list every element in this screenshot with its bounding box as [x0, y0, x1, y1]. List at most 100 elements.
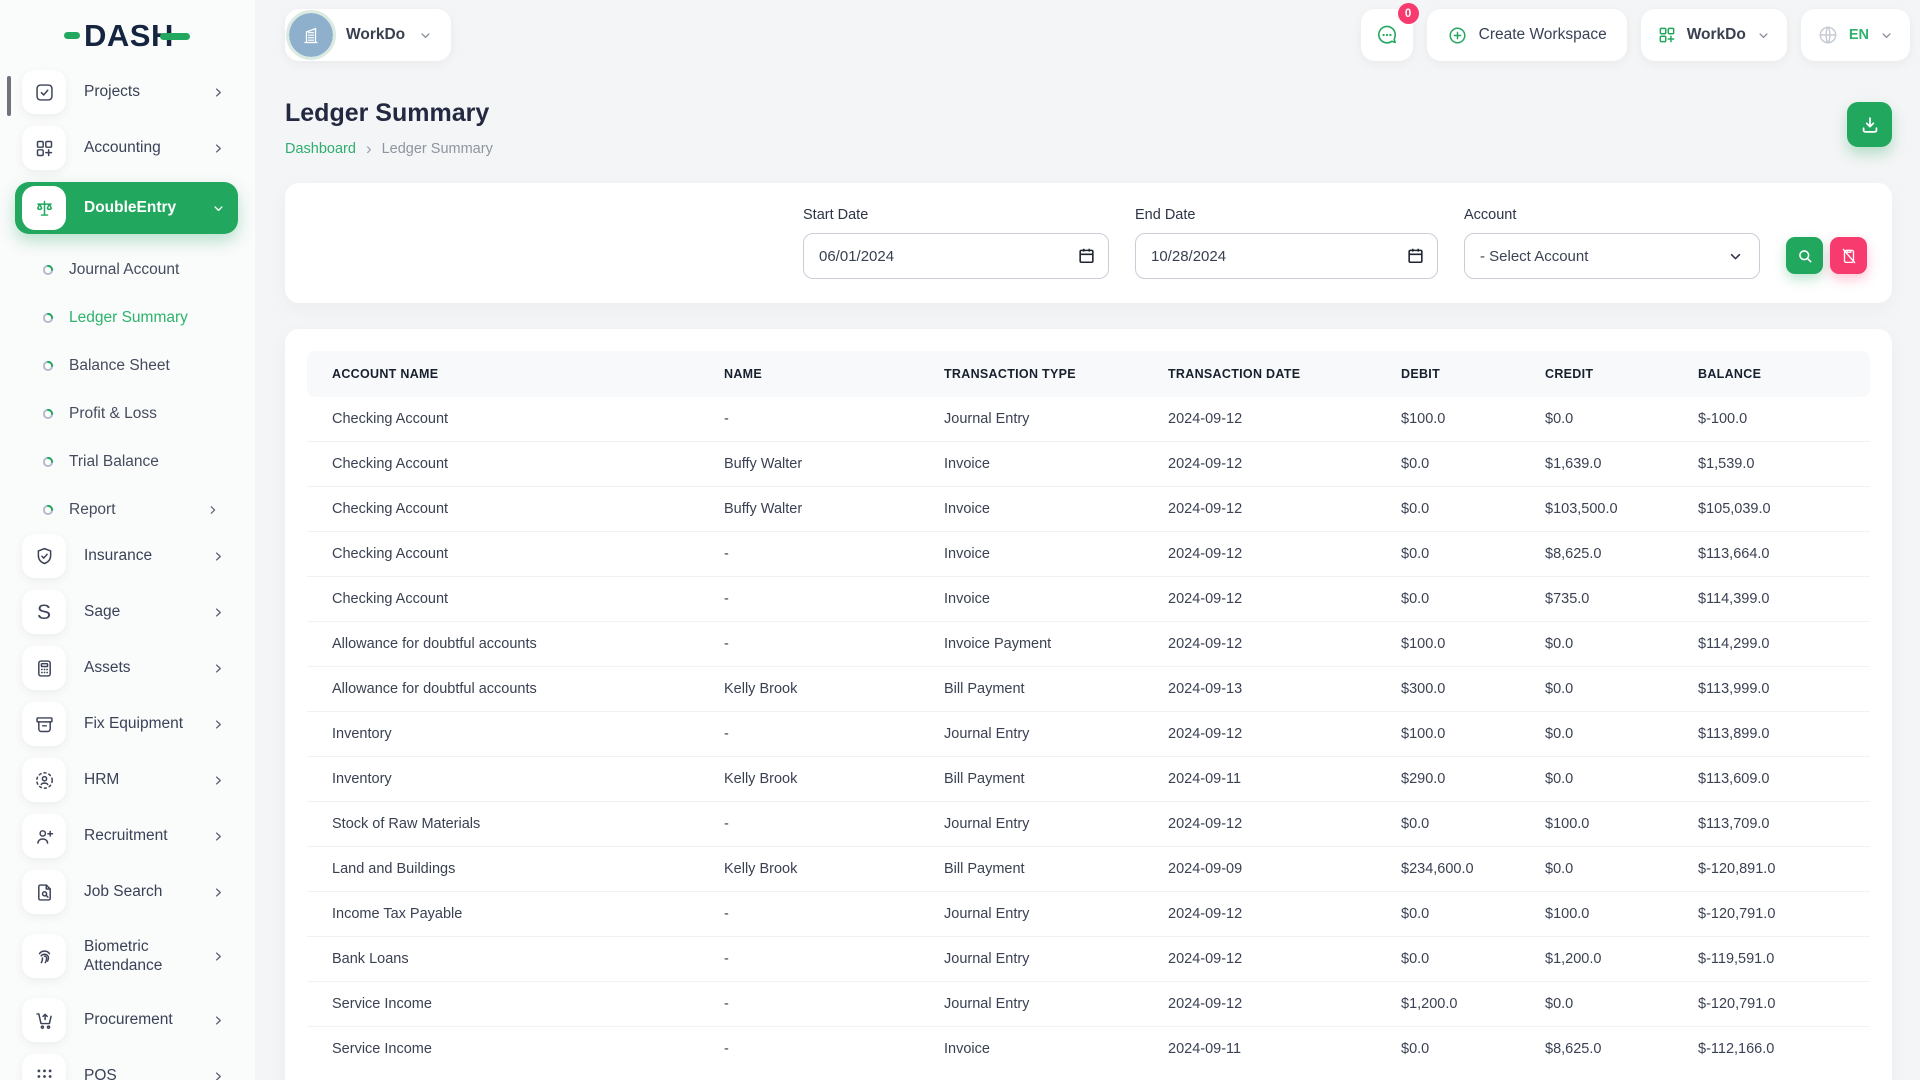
table-cell: $100.0	[1376, 397, 1520, 442]
sidebar-item-projects[interactable]: Projects	[15, 70, 238, 114]
table-row: Checking Account-Invoice2024-09-12$0.0$7…	[307, 577, 1870, 622]
insurance-icon	[22, 534, 66, 578]
table-cell: 2024-09-11	[1143, 1027, 1376, 1072]
chevron-right-icon	[211, 949, 226, 964]
sidebar-subitem-balance-sheet[interactable]: Balance Sheet	[15, 342, 238, 390]
table-cell: $-100.0	[1673, 397, 1870, 442]
table-cell: $113,899.0	[1673, 712, 1870, 757]
table-body: Checking Account-Journal Entry2024-09-12…	[307, 397, 1870, 1071]
sidebar-item-assets[interactable]: Assets	[15, 646, 238, 690]
breadcrumb-separator-icon: ›	[366, 140, 372, 157]
column-header-name: NAME	[699, 351, 919, 397]
create-workspace-button[interactable]: Create Workspace	[1427, 9, 1627, 61]
workspace-selector[interactable]: WorkDo	[285, 9, 451, 61]
table-cell: $114,299.0	[1673, 622, 1870, 667]
table-cell: Checking Account	[307, 487, 699, 532]
sidebar-item-procurement[interactable]: Procurement	[15, 998, 238, 1042]
breadcrumb-dashboard-link[interactable]: Dashboard	[285, 141, 356, 157]
table-cell: $290.0	[1376, 757, 1520, 802]
table-cell: $0.0	[1376, 532, 1520, 577]
language-code: EN	[1849, 27, 1869, 43]
table-cell: $0.0	[1520, 982, 1673, 1027]
app-menu-button[interactable]: WorkDo	[1641, 9, 1787, 61]
table-cell: Invoice	[919, 442, 1143, 487]
bullet-icon	[42, 264, 54, 276]
table-cell: 2024-09-12	[1143, 892, 1376, 937]
bullet-icon	[42, 312, 54, 324]
bullet-icon	[42, 456, 54, 468]
table-cell: $-120,791.0	[1673, 982, 1870, 1027]
sidebar-item-doubleentry[interactable]: DoubleEntry	[15, 182, 238, 234]
table-cell: -	[699, 1027, 919, 1072]
table-row: Land and BuildingsKelly BrookBill Paymen…	[307, 847, 1870, 892]
sidebar-item-hrm[interactable]: HRM	[15, 758, 238, 802]
topbar-right: 0 Create Workspace WorkDo	[1361, 9, 1910, 61]
table-cell: $103,500.0	[1520, 487, 1673, 532]
sidebar-scrollbar[interactable]	[7, 76, 11, 116]
table-cell: Invoice Payment	[919, 622, 1143, 667]
app-logo[interactable]: DASH	[0, 0, 255, 70]
table-cell: $-120,791.0	[1673, 892, 1870, 937]
apply-filter-button[interactable]	[1786, 237, 1823, 274]
language-selector[interactable]: EN	[1801, 9, 1910, 61]
table-cell: Kelly Brook	[699, 667, 919, 712]
workspace-name: WorkDo	[346, 26, 405, 44]
sidebar-item-sage[interactable]: SSage	[15, 590, 238, 634]
chevron-right-icon	[211, 141, 226, 156]
pos-icon	[22, 1054, 66, 1080]
table-cell: $0.0	[1520, 622, 1673, 667]
sidebar-subitem-profit-loss[interactable]: Profit & Loss	[15, 390, 238, 438]
sidebar-item-accounting[interactable]: Accounting	[15, 126, 238, 170]
start-date-field: Start Date	[803, 207, 1109, 279]
table-cell: $1,639.0	[1520, 442, 1673, 487]
table-cell: $100.0	[1520, 802, 1673, 847]
sidebar-item-job-search[interactable]: Job Search	[15, 870, 238, 914]
table-cell: Allowance for doubtful accounts	[307, 667, 699, 712]
sidebar-item-insurance[interactable]: Insurance	[15, 534, 238, 578]
table-cell: -	[699, 577, 919, 622]
sidebar-subitem-label: Profit & Loss	[69, 405, 238, 423]
table-cell: $8,625.0	[1520, 1027, 1673, 1072]
table-cell: Inventory	[307, 757, 699, 802]
table-cell: $0.0	[1376, 487, 1520, 532]
table-cell: $300.0	[1376, 667, 1520, 712]
sidebar-subitem-report[interactable]: Report	[15, 486, 238, 534]
reset-filter-button[interactable]	[1830, 237, 1867, 274]
table-cell: Bill Payment	[919, 667, 1143, 712]
table-row: Inventory-Journal Entry2024-09-12$100.0$…	[307, 712, 1870, 757]
table-cell: $-112,166.0	[1673, 1027, 1870, 1072]
table-cell: Kelly Brook	[699, 757, 919, 802]
clipboard-slash-icon	[1840, 247, 1858, 265]
table-cell: $0.0	[1376, 937, 1520, 982]
table-cell: Journal Entry	[919, 892, 1143, 937]
sidebar-subitem-trial-balance[interactable]: Trial Balance	[15, 438, 238, 486]
table-row: Checking AccountBuffy WalterInvoice2024-…	[307, 442, 1870, 487]
sidebar-subitem-ledger-summary[interactable]: Ledger Summary	[15, 294, 238, 342]
table-cell: Service Income	[307, 982, 699, 1027]
table-cell: $113,609.0	[1673, 757, 1870, 802]
chevron-right-icon	[211, 885, 226, 900]
sidebar-item-recruitment[interactable]: Recruitment	[15, 814, 238, 858]
sidebar-item-label: POS	[84, 1066, 211, 1080]
chevron-right-icon	[211, 717, 226, 732]
page-header: Ledger Summary Dashboard › Ledger Summar…	[285, 98, 1892, 157]
table-cell: Kelly Brook	[699, 847, 919, 892]
table-cell: Checking Account	[307, 442, 699, 487]
start-date-input[interactable]	[803, 233, 1109, 279]
table-cell: Journal Entry	[919, 712, 1143, 757]
sidebar-item-biometric-attendance[interactable]: Biometric Attendance	[15, 926, 238, 986]
sidebar-item-label: DoubleEntry	[84, 198, 211, 217]
account-select[interactable]: - Select Account	[1464, 233, 1760, 279]
sage-icon: S	[22, 590, 66, 634]
page-content: Ledger Summary Dashboard › Ledger Summar…	[255, 70, 1920, 1080]
table-cell: 2024-09-12	[1143, 442, 1376, 487]
app-menu-label: WorkDo	[1687, 26, 1746, 44]
sidebar-item-fix-equipment[interactable]: Fix Equipment	[15, 702, 238, 746]
download-button[interactable]	[1847, 102, 1892, 147]
end-date-input[interactable]	[1135, 233, 1438, 279]
table-cell: Bill Payment	[919, 757, 1143, 802]
sidebar-subitem-journal-account[interactable]: Journal Account	[15, 246, 238, 294]
sidebar-item-pos[interactable]: POS	[15, 1054, 238, 1080]
messages-button[interactable]: 0	[1361, 9, 1413, 61]
chevron-right-icon	[211, 85, 226, 100]
